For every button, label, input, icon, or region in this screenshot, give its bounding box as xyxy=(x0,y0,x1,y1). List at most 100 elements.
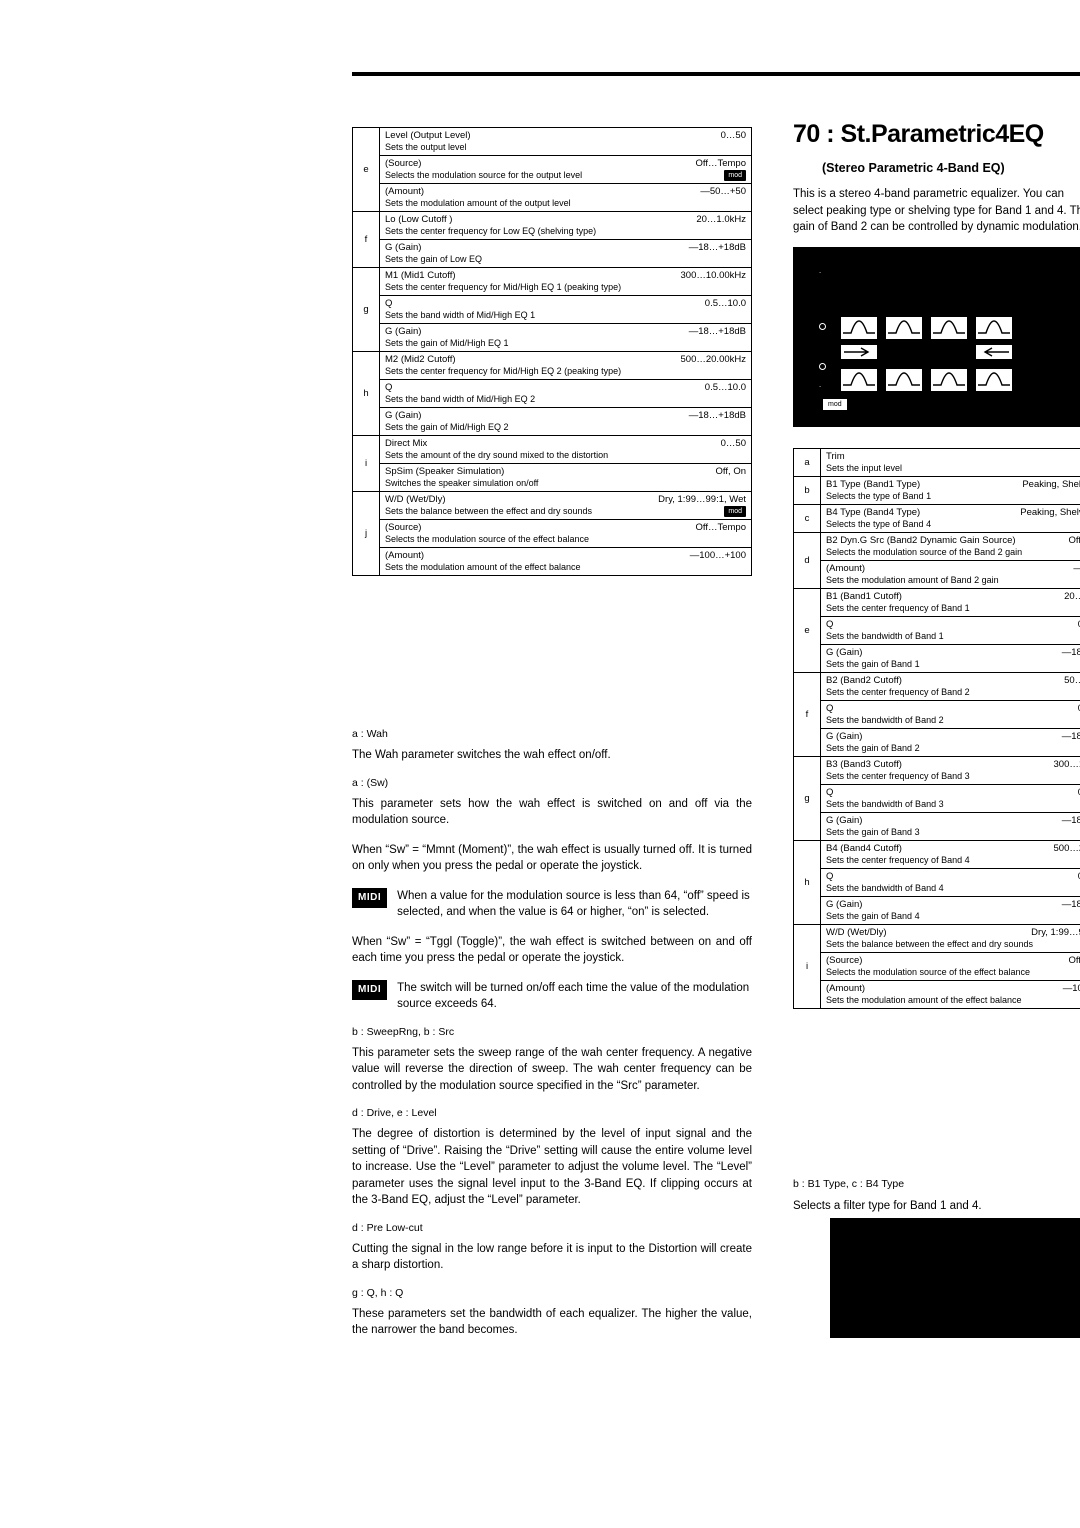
table-row: B1 (Band1 Cutoff) Sets the center frequen… xyxy=(821,589,1080,617)
table-row: QSets the bandwidth of Band 30.5…10.0 xyxy=(821,785,1080,813)
table-row: B2 Dyn.G Src (Band2 Dynamic Gain Source)… xyxy=(821,533,1080,561)
table-row: M1 (Mid1 Cutoff) Sets the center frequenc… xyxy=(380,268,751,296)
table-row: B4 (Band4 Cutoff) Sets the center frequen… xyxy=(821,841,1080,869)
table-group: f Lo (Low Cutoff ) Sets the center frequen… xyxy=(353,212,751,268)
para-drive-level: The degree of distortion is determined b… xyxy=(352,1128,752,1206)
group-letter: g xyxy=(794,757,821,840)
para-sw-2: When “Sw” = “Mmnt (Moment)”, the wah eff… xyxy=(352,843,752,873)
table-group: f B2 (Band2 Cutoff) Sets the center freque… xyxy=(794,673,1080,757)
group-letter: c xyxy=(794,505,821,532)
param-description: Sets the center frequency for Mid/High E… xyxy=(385,282,622,292)
table-row: Level (Output Level) Sets the output leve… xyxy=(380,128,751,156)
param-description: Sets the center frequency of Band 3 xyxy=(826,771,970,781)
table-group: d B2 Dyn.G Src (Band2 Dynamic Gain Source… xyxy=(794,533,1080,589)
table-row: W/D (Wet/Dly) Sets the balance between th… xyxy=(821,925,1080,953)
table-row: QSets the bandwidth of Band 40.5…10.0 xyxy=(821,869,1080,897)
param-name: SpSim (Speaker Simulation) xyxy=(385,466,505,477)
heading-pre-lowcut: d : Pre Low-cut xyxy=(352,1221,423,1234)
table-row: W/D (Wet/Dly) Sets the balance between th… xyxy=(380,492,751,520)
param-name: G (Gain) xyxy=(826,899,863,910)
group-letter: g xyxy=(353,268,380,351)
group-rows: W/D (Wet/Dly) Sets the balance between th… xyxy=(821,925,1080,1008)
arrow-left-icon xyxy=(976,345,1012,359)
midi-note-2: MIDI The switch will be turned on/off ea… xyxy=(352,979,752,1013)
diagram-node-left-top xyxy=(819,323,826,330)
param-description: Sets the gain of Mid/High EQ 2 xyxy=(385,422,509,432)
param-value-range: Off…Tempo xyxy=(1068,535,1080,546)
param-value-range: 50…5.00kHz xyxy=(1064,675,1080,686)
para-q: These parameters set the bandwidth of ea… xyxy=(352,1307,752,1337)
table-row: (Source) Selects the modulation source fo… xyxy=(380,156,751,184)
param-value-range: —18…+18dB xyxy=(1061,647,1080,658)
param-description: Selects the type of Band 4 xyxy=(826,519,932,529)
group-rows: B4 (Band4 Cutoff) Sets the center frequen… xyxy=(821,841,1080,924)
para-sweeprng: This parameter sets the sweep range of t… xyxy=(352,1046,752,1092)
param-value-range: 0.5…10.0 xyxy=(704,298,746,309)
param-value-range: Off, On xyxy=(715,466,746,477)
midi-note-2-text: The switch will be turned on/off each ti… xyxy=(397,981,750,1011)
param-name: Trim xyxy=(826,451,845,462)
param-description: Sets the bandwidth of Band 2 xyxy=(826,715,944,725)
group-letter: j xyxy=(353,492,380,575)
param-name: G (Gain) xyxy=(826,815,863,826)
para-b1-b4-type: Selects a filter type for Band 1 and 4. xyxy=(793,1200,982,1212)
param-value-range: —50…+50 xyxy=(700,186,746,197)
param-name: (Amount) xyxy=(826,983,866,994)
left-parameter-table: e Level (Output Level) Sets the output lev… xyxy=(352,127,752,576)
group-rows: M2 (Mid2 Cutoff) Sets the center frequenc… xyxy=(380,352,751,435)
param-value-range: —18…+18dB xyxy=(688,242,746,253)
group-rows: Lo (Low Cutoff ) Sets the center frequenc… xyxy=(380,212,751,267)
group-letter: a xyxy=(794,449,821,476)
param-value-range: —18…+18 xyxy=(1073,563,1080,575)
right-footer-text: b : B1 Type, c : B4 Type Selects a filte… xyxy=(793,1178,1080,1215)
param-value-range: —100…+100 xyxy=(689,550,746,561)
param-name: Q xyxy=(826,871,834,882)
table-row: Q Sets the band width of Mid/High EQ 2 0.5… xyxy=(380,380,751,408)
diagram-eq-row-top xyxy=(841,317,1012,339)
midi-badge-icon: MIDI xyxy=(352,887,388,908)
right-parameter-table: aTrimSets the input level0…100bB1 Type (… xyxy=(793,448,1080,1009)
group-rows: M1 (Mid1 Cutoff) Sets the center frequenc… xyxy=(380,268,751,351)
param-value-range: Off…Tempo xyxy=(695,522,746,533)
table-row: G (Gain)Sets the gain of Band 4 —18…+18dB xyxy=(821,897,1080,924)
param-value-range: 0…50 xyxy=(720,438,746,449)
eq-curve-icon xyxy=(931,369,967,391)
param-description: Sets the gain of Mid/High EQ 1 xyxy=(385,338,509,348)
para-pre-lowcut: Cutting the signal in the low range befo… xyxy=(352,1242,752,1272)
group-letter: d xyxy=(794,533,821,588)
param-description: Sets the bandwidth of Band 3 xyxy=(826,799,944,809)
param-name: (Amount) xyxy=(385,186,425,197)
para-sw-3: When “Sw” = “Tggl (Toggle)”, the wah eff… xyxy=(352,935,752,965)
table-row: Q Sets the band width of Mid/High EQ 1 0.5… xyxy=(380,296,751,324)
param-description: Sets the center frequency of Band 1 xyxy=(826,603,970,613)
table-group: e B1 (Band1 Cutoff) Sets the center freque… xyxy=(794,589,1080,673)
param-description: Sets the band width of Mid/High EQ 1 xyxy=(385,310,536,320)
param-description: Sets the center frequency for Low EQ (sh… xyxy=(385,226,597,236)
group-rows: B2 (Band2 Cutoff) Sets the center frequen… xyxy=(821,673,1080,756)
table-row: (Amount) Sets the modulation amount of th… xyxy=(380,548,751,575)
table-group: g B3 (Band3 Cutoff) Sets the center freque… xyxy=(794,757,1080,841)
midi-note-1: MIDI When a value for the modulation sou… xyxy=(352,887,752,921)
param-value-range: 500…20.00kHz xyxy=(680,354,746,365)
table-row: Direct Mix Sets the amount of the dry sou… xyxy=(380,436,751,464)
heading-drive-level: d : Drive, e : Level xyxy=(352,1107,437,1119)
group-letter: h xyxy=(794,841,821,924)
midi-badge-icon: MIDI xyxy=(352,979,388,1000)
left-body-text: a : Wah The Wah parameter switches the w… xyxy=(352,728,752,1352)
eq-curve-icon xyxy=(976,317,1012,339)
filter-type-diagram xyxy=(830,1218,1080,1338)
block-diagram: ˙ ˙ mod xyxy=(793,247,1080,427)
param-name: Level (Output Level) xyxy=(385,130,471,141)
table-row: Lo (Low Cutoff ) Sets the center frequenc… xyxy=(380,212,751,240)
eq-curve-icon xyxy=(886,369,922,391)
top-rule xyxy=(352,72,1080,76)
param-name: Q xyxy=(826,619,834,630)
param-value-range: —18…+18dB xyxy=(688,410,746,421)
param-description: Sets the bandwidth of Band 4 xyxy=(826,883,944,893)
table-row: (Amount) Sets the modulation amount of Ba… xyxy=(821,561,1080,588)
param-value-range: Dry, 1:99…99:1, Wet xyxy=(1031,927,1080,938)
heading-q: g : Q, h : Q xyxy=(352,1286,404,1299)
eq-curve-icon xyxy=(976,369,1012,391)
param-name: B2 (Band2 Cutoff) xyxy=(826,675,902,686)
param-name: Q xyxy=(826,703,834,714)
